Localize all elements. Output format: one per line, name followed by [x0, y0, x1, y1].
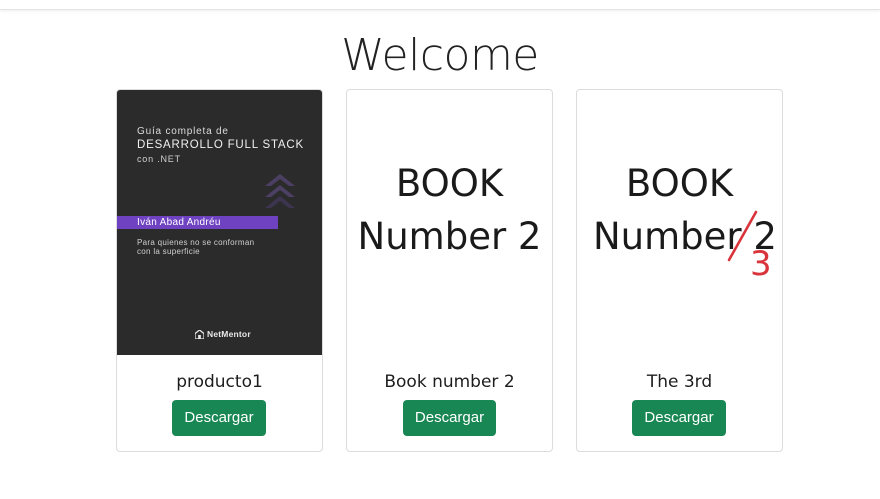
- book-cover-image: Guía completa de DESARROLLO FULL STACK c…: [117, 90, 322, 355]
- cover-line-1: BOOK: [395, 162, 504, 205]
- cover-line-1: BOOK: [625, 162, 734, 205]
- product-card-1: Guía completa de DESARROLLO FULL STACK c…: [116, 89, 323, 452]
- book-cover-image: BOOK Number 2: [347, 90, 552, 355]
- cover-subtitle-1: Para quienes no se conforman: [137, 238, 255, 247]
- product-title: producto1: [176, 372, 263, 392]
- cover-line-1: Guía completa de: [137, 126, 229, 137]
- download-button[interactable]: Descargar: [172, 400, 266, 436]
- chevrons-up-icon: [265, 174, 295, 208]
- product-title: Book number 2: [384, 372, 515, 392]
- cover-logo: NetMentor: [195, 328, 251, 340]
- cover-author: Iván Abad Andréu: [117, 216, 278, 229]
- cover-subtitle-2: con la superficie: [137, 247, 200, 256]
- product-card-2: BOOK Number 2 Book number 2 Descargar: [346, 89, 553, 452]
- download-button[interactable]: Descargar: [403, 400, 496, 436]
- corrected-number: 3: [750, 244, 772, 284]
- cover-line-3: con .NET: [137, 154, 181, 164]
- house-icon: [195, 329, 204, 339]
- cover-line-2: Number 2: [357, 215, 542, 258]
- cover-logo-text: NetMentor: [207, 329, 251, 339]
- product-card-3: BOOK Number 2 3 The 3rd Descargar: [576, 89, 783, 452]
- cover-line-2: DESARROLLO FULL STACK: [137, 139, 304, 151]
- page-title: Welcome: [341, 30, 539, 81]
- book-cover-image: BOOK Number 2 3: [577, 90, 782, 355]
- product-title: The 3rd: [646, 372, 713, 392]
- download-button[interactable]: Descargar: [632, 400, 726, 436]
- top-navbar: [0, 0, 880, 10]
